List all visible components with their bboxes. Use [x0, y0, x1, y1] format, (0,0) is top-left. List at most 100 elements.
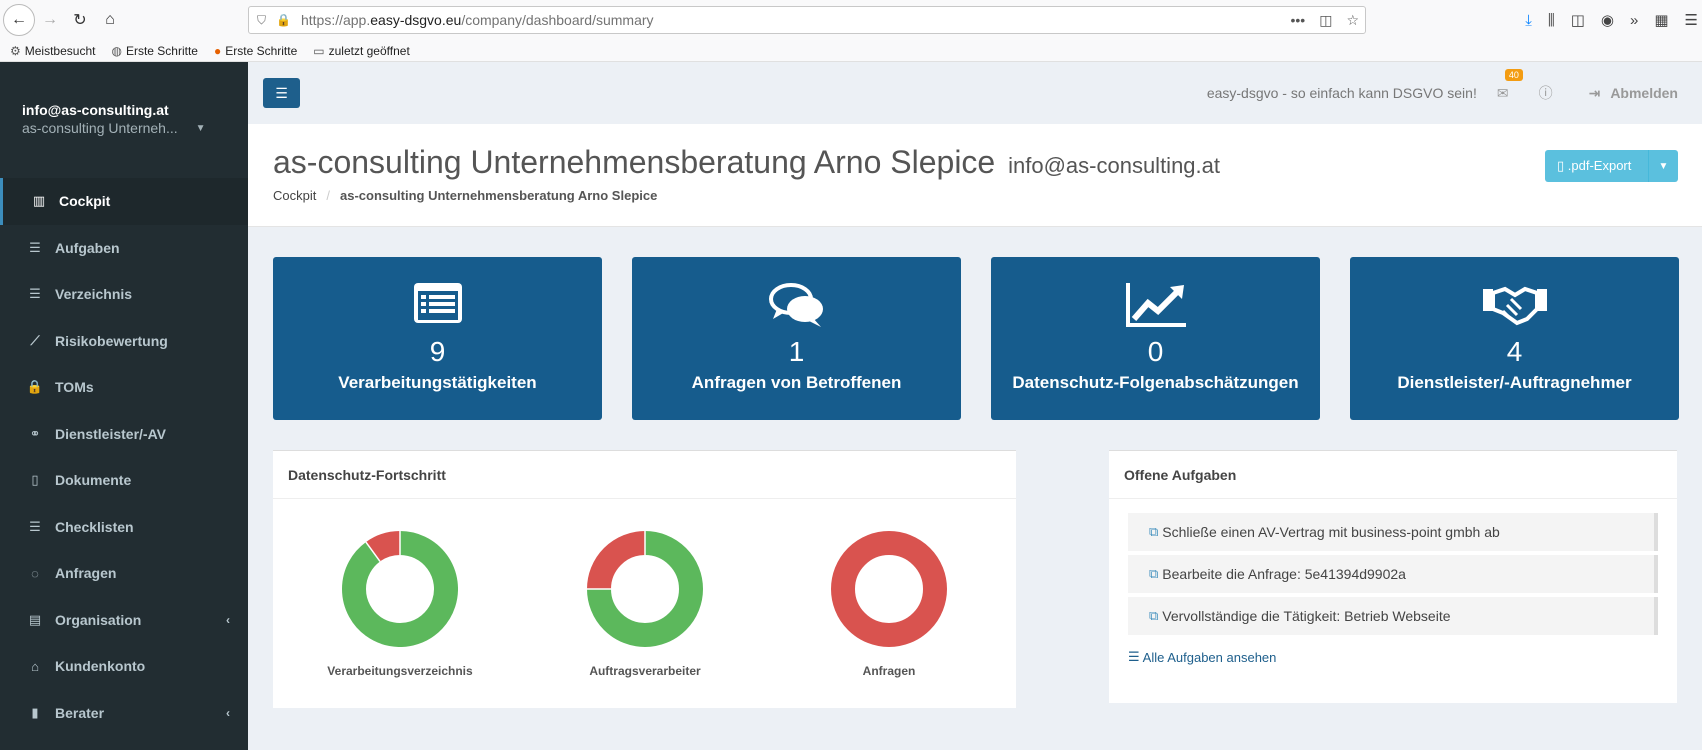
info-badge-icon: ▮: [31, 704, 39, 720]
stat-box-dpia[interactable]: 0 Datenschutz-Folgenabschätzungen: [991, 257, 1320, 420]
more-icon[interactable]: •••: [1290, 12, 1305, 28]
globe-icon: ◍: [111, 43, 122, 58]
sidebar-item-anfragen[interactable]: ◌ Anfragen: [0, 550, 248, 597]
sidebar-item-label: Checklisten: [55, 518, 134, 535]
sidebar-toggle-icon[interactable]: ◫: [1571, 11, 1585, 29]
top-navbar: ☰ easy-dsgvo - so einfach kann DSGVO sei…: [248, 62, 1702, 124]
handshake-icon: ⚭: [29, 425, 41, 441]
panel-title: Datenschutz-Fortschritt: [273, 451, 1016, 499]
bookmark-item[interactable]: ⚙ Meistbesucht: [10, 44, 95, 58]
bookmark-item[interactable]: ● Erste Schritte: [214, 44, 297, 58]
bookmark-item[interactable]: ◍ Erste Schritte: [111, 44, 198, 58]
stat-value: 1: [788, 336, 805, 367]
caret-down-icon: ▼: [1658, 160, 1669, 172]
account-icon[interactable]: ◉: [1601, 11, 1614, 29]
extensions-icon[interactable]: ▦: [1654, 11, 1668, 29]
sidebar-item-organisation[interactable]: ▤ Organisation ‹: [0, 597, 248, 644]
sidebar-item-label: Dienstleister/-AV: [55, 425, 166, 442]
sidebar-menu: ▥ Cockpit ☰ Aufgaben ☰ Verzeichnis ⟋ Risikobewe…: [0, 178, 248, 736]
sidebar-item-berater[interactable]: ▮ Berater ‹: [0, 690, 248, 737]
list-alt-icon: [413, 283, 462, 323]
sidebar-item-verzeichnis[interactable]: ☰ Verzeichnis: [0, 271, 248, 318]
donut-chart: Anfragen: [799, 531, 979, 678]
task-item[interactable]: ⧉ Vervollständige die Tätigkeit: Betrieb …: [1128, 597, 1658, 635]
sidebar-item-cockpit[interactable]: ▥ Cockpit: [0, 178, 248, 225]
sidebar-item-aufgaben[interactable]: ☰ Aufgaben: [0, 225, 248, 272]
sidebar-item-label: Kundenkonto: [55, 658, 146, 675]
donut-label: Anfragen: [862, 664, 916, 678]
pdf-export-dropdown-toggle[interactable]: ▼: [1648, 150, 1678, 182]
library-icon[interactable]: ⫼: [1548, 12, 1555, 29]
stat-label: Datenschutz-Folgenabschätzungen: [1012, 373, 1299, 392]
user-panel: info@as-consulting.at as-consulting Unte…: [0, 62, 248, 150]
browser-toolbar: ← → ↻ ⌂ ⛉ 🔒 https://app.easy-dsgvo.eu/co…: [0, 0, 1702, 40]
breadcrumb-root[interactable]: Cockpit: [273, 188, 316, 203]
back-arrow-icon[interactable]: ←: [3, 4, 35, 36]
donut-slice-open: [365, 531, 401, 562]
breadcrumb-separator: /: [326, 188, 330, 203]
stat-box-requests[interactable]: 1 Anfragen von Betroffenen: [632, 257, 961, 420]
tasks-icon: ☰: [29, 239, 41, 255]
pdf-export-button[interactable]: ▯ .pdf-Export ▼: [1545, 150, 1678, 182]
all-tasks-link[interactable]: ☰ Alle Aufgaben ansehen: [1128, 649, 1658, 665]
stat-box-processing[interactable]: 9 Verarbeitungstätigkeiten: [273, 257, 602, 420]
sidebar-toggle-button[interactable]: ☰: [263, 78, 300, 108]
bookmark-item[interactable]: ▭ zuletzt geöffnet: [313, 44, 410, 58]
checklist-icon: ☰: [29, 518, 41, 534]
menu-icon[interactable]: ☰: [1685, 11, 1698, 29]
donut-svg: [587, 531, 703, 647]
task-item[interactable]: ⧉ Bearbeite die Anfrage: 5e41394d9902a: [1128, 555, 1658, 593]
list-icon: ☰: [29, 286, 41, 302]
sidebar-item-label: Dokumente: [55, 472, 132, 489]
stat-boxes: 9 Verarbeitungstätigkeiten 1 Anfragen vo…: [273, 257, 1679, 420]
task-item[interactable]: ⧉ Schließe einen AV-Vertrag mit business-…: [1128, 513, 1658, 551]
info-icon[interactable]: ⓘ: [1539, 83, 1553, 103]
sidebar-item-dokumente[interactable]: ▯ Dokumente: [0, 457, 248, 504]
company-switcher[interactable]: as-consulting Unterneh... ▼: [22, 120, 248, 136]
donut-label: Auftragsverarbeiter: [589, 664, 701, 678]
reload-icon[interactable]: ↻: [65, 5, 95, 35]
overflow-icon[interactable]: »: [1630, 12, 1638, 29]
page-subtitle: info@as-consulting.at: [1008, 153, 1220, 178]
donut-slice-open: [587, 531, 646, 590]
lock-icon: 🔒: [276, 13, 291, 27]
sidebar-item-label: Berater: [55, 704, 105, 721]
sidebar-item-label: Aufgaben: [55, 239, 120, 256]
donut-svg: [831, 531, 947, 647]
sidebar-item-toms[interactable]: 🔒 TOMs: [0, 364, 248, 411]
donut-label: Verarbeitungsverzeichnis: [327, 664, 473, 678]
home-icon[interactable]: ⌂: [95, 5, 125, 35]
chevron-left-icon: ‹: [226, 705, 230, 720]
donut-charts: Verarbeitungsverzeichnis Auftragsverarbei…: [273, 499, 1016, 709]
forward-arrow-icon[interactable]: →: [35, 5, 65, 35]
stat-label: Dienstleister/-Auftragnehmer: [1397, 373, 1632, 392]
stat-label: Anfragen von Betroffenen: [691, 373, 902, 392]
bank-icon: ⌂: [31, 658, 39, 674]
comments-icon: [768, 283, 823, 327]
logout-button[interactable]: ⇥ Abmelden: [1589, 85, 1678, 102]
sidebar-item-kundenkonto[interactable]: ⌂ Kundenkonto: [0, 643, 248, 690]
sidebar-item-dienstleister-av[interactable]: ⚭ Dienstleister/-AV: [0, 411, 248, 458]
messages-button[interactable]: ✉ 40: [1497, 68, 1523, 102]
hamburger-icon: ☰: [275, 84, 288, 101]
sidebar-item-risikobewertung[interactable]: ⟋ Risikobewertung: [0, 318, 248, 365]
external-link-icon: ⧉: [1149, 608, 1159, 623]
pocket-icon[interactable]: ◫: [1319, 12, 1332, 29]
sidebar-item-label: Verzeichnis: [55, 286, 133, 303]
stat-box-contractors[interactable]: 4 Dienstleister/-Auftragnehmer: [1350, 257, 1679, 420]
gear-icon: ⚙: [10, 43, 21, 58]
sidebar: info@as-consulting.at as-consulting Unte…: [0, 62, 248, 750]
user-email: info@as-consulting.at: [22, 102, 169, 118]
sidebar-item-label: Anfragen: [55, 565, 117, 582]
sidebar-item-label: Organisation: [55, 611, 142, 628]
stat-label: Verarbeitungstätigkeiten: [338, 373, 537, 392]
building-icon: ▤: [28, 611, 42, 627]
download-icon[interactable]: ⤓: [1525, 12, 1532, 29]
breadcrumb-current: as-consulting Unternehmensberatung Arno …: [339, 188, 658, 203]
bookmark-star-icon[interactable]: ☆: [1346, 12, 1359, 29]
url-bar[interactable]: ⛉ 🔒 https://app.easy-dsgvo.eu/company/da…: [248, 6, 1366, 34]
progress-panel: Datenschutz-Fortschritt Verarbeitungsver…: [273, 450, 1016, 708]
bookmarks-bar: ⚙ Meistbesucht ◍ Erste Schritte ● Erste Sch…: [0, 40, 1702, 62]
file-icon: ▯: [31, 472, 39, 488]
sidebar-item-checklisten[interactable]: ☰ Checklisten: [0, 504, 248, 551]
